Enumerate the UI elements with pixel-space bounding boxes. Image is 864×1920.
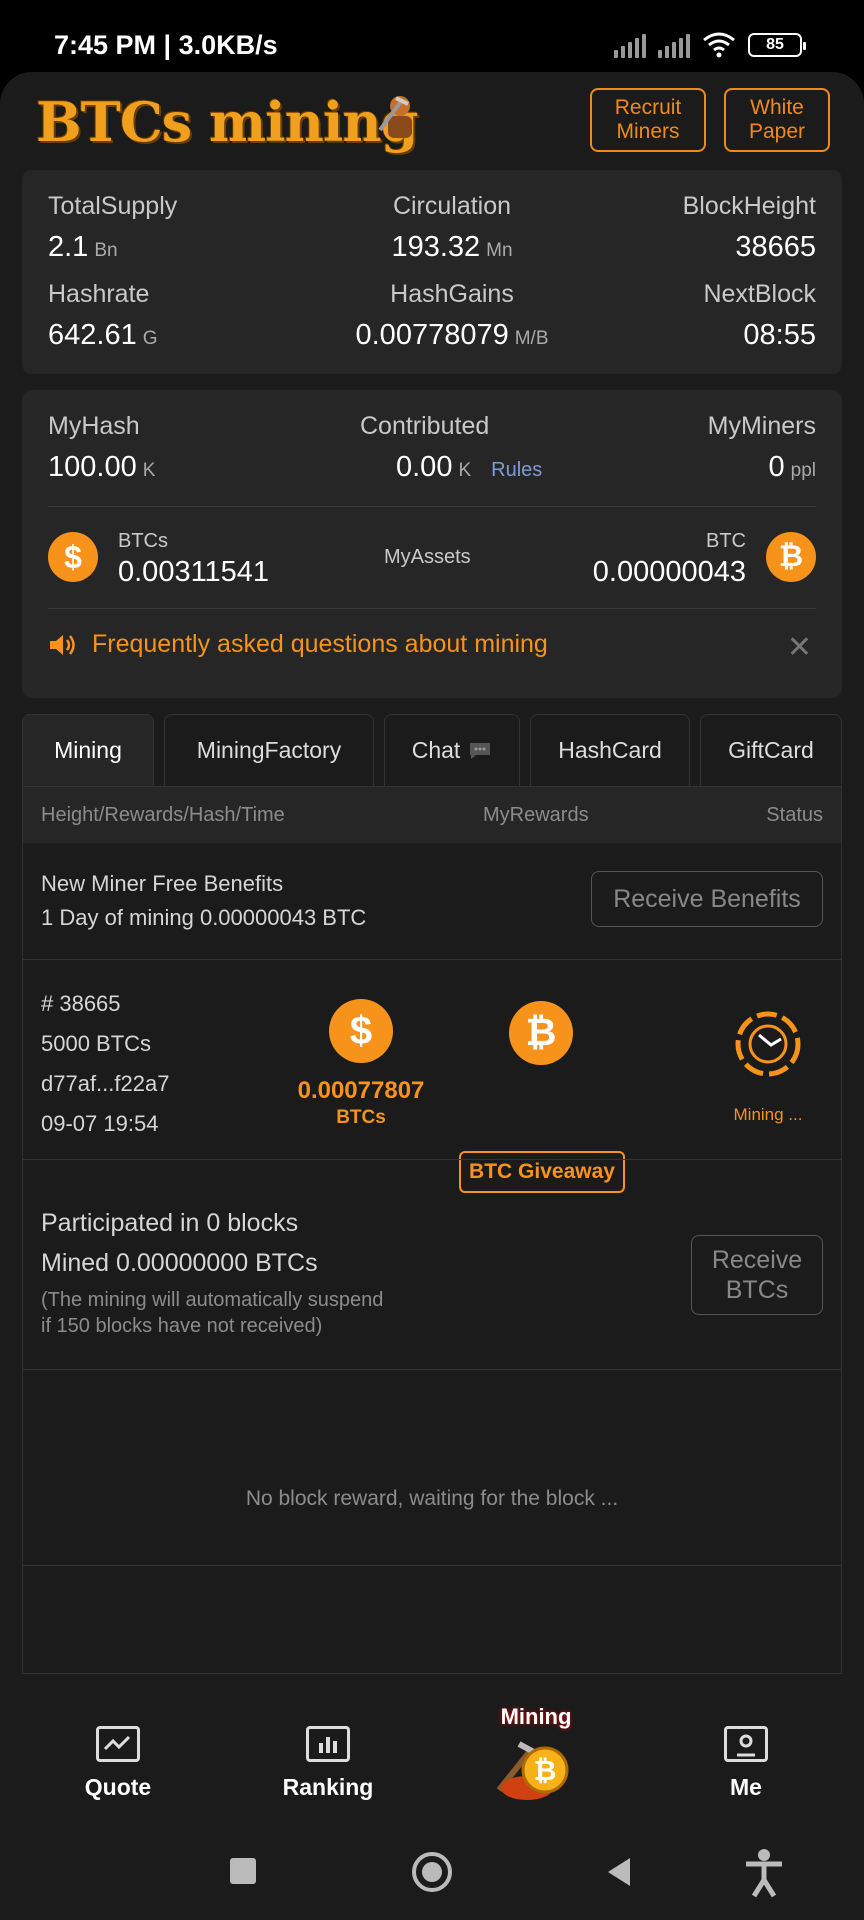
signal-icon bbox=[614, 32, 646, 58]
tab-mining-factory[interactable]: MiningFactory bbox=[164, 714, 374, 786]
next-block: NextBlock 08:55 bbox=[703, 280, 816, 351]
bottom-nav: Quote Ranking Mining ₿ Me bbox=[0, 1702, 864, 1828]
divider bbox=[23, 1565, 841, 1566]
svg-text:₿: ₿ bbox=[534, 1754, 557, 1787]
btcs-dollar-icon: $ bbox=[48, 532, 98, 582]
block-height: BlockHeight 38665 bbox=[682, 192, 816, 263]
my-reward-unit: BTCs bbox=[336, 1107, 386, 1128]
hash-gains: HashGains 0.00778079 M/B bbox=[355, 280, 549, 351]
receive-benefits-button[interactable]: Receive Benefits bbox=[591, 871, 823, 927]
divider bbox=[23, 1159, 841, 1160]
app-frame: BTCs mining Recruit Miners White Paper T… bbox=[0, 72, 864, 1702]
recruit-miners-button[interactable]: Recruit Miners bbox=[590, 88, 706, 152]
network-stats-card: TotalSupply 2.1 Bn Circulation 193.32 Mn B… bbox=[22, 170, 842, 374]
column-header: Height/Rewards/Hash/Time bbox=[41, 804, 285, 826]
nav-me[interactable]: Me bbox=[676, 1726, 816, 1801]
home-icon[interactable] bbox=[412, 1852, 452, 1892]
miner-logo-icon bbox=[378, 96, 412, 138]
app-logo: BTCs mining bbox=[36, 90, 418, 154]
my-hash: MyHash 100.00 K bbox=[48, 412, 156, 483]
block-hash: d77af...f22a7 bbox=[41, 1071, 170, 1096]
divider bbox=[23, 959, 841, 960]
hashrate: Hashrate 642.61 G bbox=[48, 280, 158, 351]
mining-panel: Height/Rewards/Hash/Time MyRewards Statu… bbox=[22, 786, 842, 1674]
btcs-dollar-icon: $ bbox=[329, 999, 393, 1063]
btcs-label: BTCs bbox=[118, 530, 168, 552]
ranking-icon bbox=[306, 1726, 350, 1762]
my-reward-value: 0.00077807 bbox=[297, 1077, 425, 1104]
mined-text: Mined 0.00000000 BTCs bbox=[41, 1249, 318, 1277]
empty-state-text: No block reward, waiting for the block .… bbox=[245, 1487, 619, 1510]
divider bbox=[48, 608, 816, 609]
divider bbox=[23, 1369, 841, 1370]
white-paper-button[interactable]: White Paper bbox=[724, 88, 830, 152]
back-icon[interactable] bbox=[604, 1856, 632, 1888]
mining-gear-icon bbox=[735, 1011, 801, 1077]
block-number: # 38665 bbox=[41, 991, 121, 1016]
participated-text: Participated in 0 blocks bbox=[41, 1209, 299, 1237]
status-bar: 7:45 PM | 3.0KB/s 85 bbox=[0, 0, 864, 72]
tab-hash-card[interactable]: HashCard bbox=[530, 714, 690, 786]
block-time: 09-07 19:54 bbox=[41, 1111, 159, 1136]
chat-icon bbox=[470, 742, 491, 759]
benefit-title: New Miner Free Benefits bbox=[41, 871, 284, 896]
speaker-icon bbox=[50, 634, 75, 655]
tab-chat[interactable]: Chat bbox=[384, 714, 520, 786]
nav-quote[interactable]: Quote bbox=[48, 1726, 188, 1801]
faq-banner[interactable]: Frequently asked questions about mining bbox=[48, 630, 548, 659]
btc-giveaway-button[interactable]: BTC Giveaway bbox=[459, 1151, 625, 1193]
status-time: 7:45 PM | 3.0KB/s bbox=[54, 30, 278, 60]
signal-icon-2 bbox=[658, 32, 690, 58]
bitcoin-icon: ₿ bbox=[766, 532, 816, 582]
total-supply: TotalSupply 2.1 Bn bbox=[48, 192, 178, 263]
suspend-note-2: if 150 blocks have not received) bbox=[41, 1315, 323, 1337]
table-header: Height/Rewards/Hash/Time MyRewards Statu… bbox=[23, 787, 841, 843]
wifi-icon bbox=[703, 32, 735, 58]
app-header: BTCs mining Recruit Miners White Paper bbox=[0, 72, 864, 168]
nav-ranking[interactable]: Ranking bbox=[258, 1726, 398, 1801]
btcs-value: 0.00311541 bbox=[118, 556, 270, 588]
close-icon[interactable]: ✕ bbox=[787, 630, 812, 665]
mining-coin-icon: ₿ bbox=[496, 1741, 569, 1800]
divider bbox=[48, 506, 816, 507]
contributed: Contributed 0.00 K Rules bbox=[360, 412, 543, 483]
battery-icon: 85 bbox=[748, 33, 806, 57]
column-header: Status bbox=[766, 804, 823, 826]
chart-icon bbox=[96, 1726, 140, 1762]
my-assets-label[interactable]: MyAssets bbox=[384, 546, 471, 569]
faq-text: Frequently asked questions about mining bbox=[92, 630, 548, 658]
receive-btcs-button[interactable]: Receive BTCs bbox=[691, 1235, 823, 1315]
bitcoin-icon: ₿ bbox=[509, 1001, 573, 1065]
my-stats-card: MyHash 100.00 K Contributed 0.00 K Rules My… bbox=[22, 390, 842, 698]
system-nav-bar bbox=[0, 1828, 864, 1920]
tab-gift-card[interactable]: GiftCard bbox=[700, 714, 842, 786]
recent-apps-icon[interactable] bbox=[230, 1858, 256, 1884]
nav-mining-label: Mining bbox=[500, 1704, 572, 1729]
circulation: Circulation 193.32 Mn bbox=[391, 192, 513, 263]
suspend-note-1: (The mining will automatically suspend bbox=[41, 1289, 384, 1311]
accessibility-icon[interactable] bbox=[742, 1848, 786, 1898]
mining-status: Mining ... bbox=[733, 1105, 803, 1124]
my-miners: MyMiners 0 ppl bbox=[707, 412, 816, 483]
profile-icon bbox=[724, 1726, 768, 1762]
benefit-desc: 1 Day of mining 0.00000043 BTC bbox=[41, 905, 367, 930]
btc-label: BTC bbox=[706, 530, 746, 552]
tab-mining[interactable]: Mining bbox=[22, 714, 154, 786]
column-header: MyRewards bbox=[483, 804, 589, 826]
nav-mining[interactable]: Mining ₿ bbox=[466, 1704, 606, 1810]
tab-bar: Mining MiningFactory Chat HashCard GiftC… bbox=[22, 714, 842, 786]
block-reward: 5000 BTCs bbox=[41, 1031, 152, 1056]
btc-value: 0.00000043 bbox=[592, 556, 746, 588]
rules-link[interactable]: Rules bbox=[491, 459, 542, 481]
